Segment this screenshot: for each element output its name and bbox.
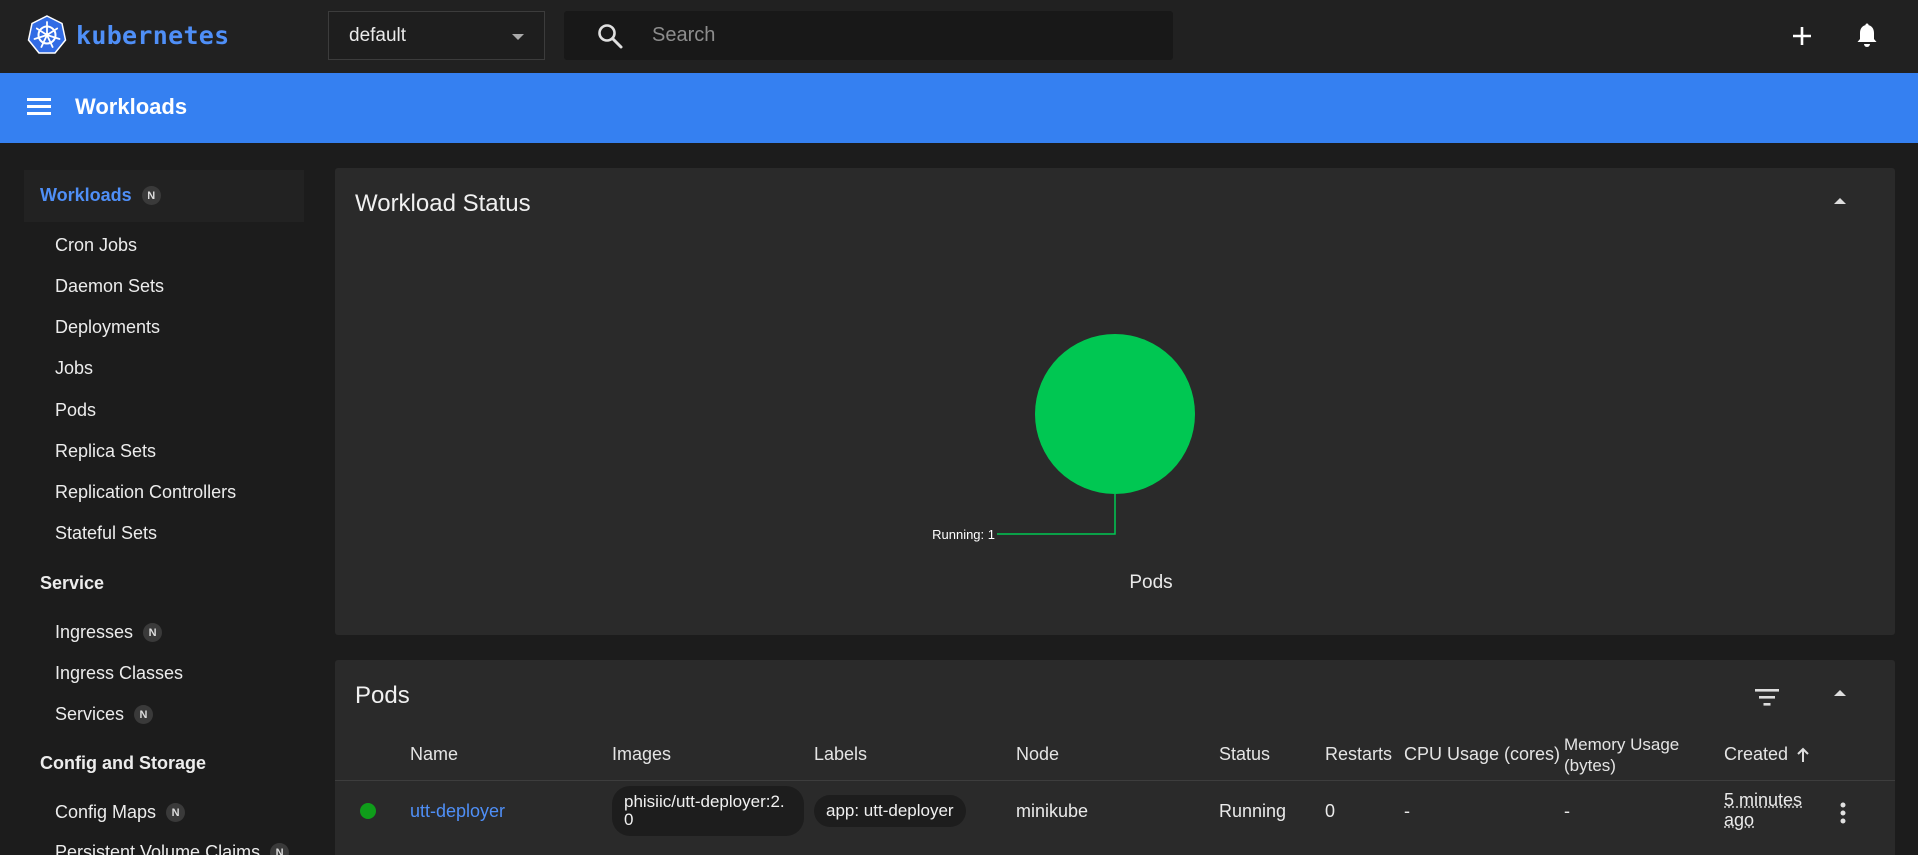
bell-icon (1857, 23, 1877, 47)
table-header-divider (335, 780, 1895, 781)
pie-slice-running (1035, 334, 1195, 494)
sidebar-item-services[interactable]: Services N (55, 704, 154, 725)
sidebar-item-deployments[interactable]: Deployments (55, 317, 160, 338)
plus-icon (1793, 27, 1811, 45)
sidebar-item-label: Config Maps (55, 802, 157, 822)
new-badge: N (141, 186, 161, 205)
sidebar-item-ingresses[interactable]: Ingresses N (55, 622, 163, 643)
sidebar-item-daemon-sets[interactable]: Daemon Sets (55, 276, 164, 297)
column-header-images: Images (612, 744, 672, 764)
pod-created: 5 minutes ago (1724, 790, 1803, 830)
pie-leader-line (997, 494, 1116, 535)
label-chip-text: app: utt-deployer (826, 801, 954, 820)
kubernetes-logo[interactable]: kubernetes (26, 14, 230, 56)
pod-name-link[interactable]: utt-deployer (410, 801, 505, 822)
column-header-created-label: Created (1724, 744, 1789, 764)
sidebar-item-label: Service (40, 573, 105, 593)
sidebar: Workloads N Cron Jobs Daemon Sets Deploy… (0, 143, 320, 855)
column-header-created[interactable]: Created (1724, 744, 1810, 765)
sidebar-item-label: Jobs (55, 358, 94, 378)
page-title: Workloads (75, 94, 188, 119)
sidebar-item-label: Replication Controllers (55, 482, 237, 502)
sidebar-item-label: Cron Jobs (55, 235, 138, 255)
sidebar-item-label: Workloads (40, 185, 132, 205)
sidebar-item-jobs[interactable]: Jobs (55, 358, 93, 379)
column-header-status: Status (1219, 744, 1271, 764)
sidebar-item-label: Config and Storage (40, 753, 206, 773)
pod-node: minikube (1016, 801, 1089, 821)
sidebar-item-replica-sets[interactable]: Replica Sets (55, 441, 156, 462)
collapse-pods-button[interactable] (1826, 680, 1854, 708)
pod-status: Running (1219, 801, 1287, 821)
column-header-restarts: Restarts (1325, 744, 1393, 764)
top-bar: kubernetes default (0, 0, 1918, 73)
sidebar-item-ingress-classes[interactable]: Ingress Classes (55, 663, 183, 684)
pods-status-pie-chart: Running: 1 (932, 334, 1195, 542)
running-status-icon (360, 803, 376, 819)
pods-title: Pods (355, 682, 410, 709)
pod-restarts: 0 (1325, 801, 1336, 821)
sidebar-item-label: Services (55, 704, 125, 724)
image-chip-text: phisiic/utt-deployer:2.0 (624, 792, 785, 829)
column-header-node: Node (1016, 744, 1060, 764)
search-input[interactable] (652, 24, 1152, 47)
label-chip: app: utt-deployer (814, 795, 966, 827)
sidebar-item-cron-jobs[interactable]: Cron Jobs (55, 235, 137, 256)
sidebar-item-label: Stateful Sets (55, 523, 158, 543)
namespace-select[interactable]: default (328, 11, 545, 60)
chevron-down-icon (512, 34, 524, 40)
column-header-cpu-usage: CPU Usage (cores) (1404, 744, 1561, 764)
namespace-value: default (349, 24, 407, 46)
column-header-name[interactable]: Name (410, 744, 458, 765)
sidebar-item-label: Pods (55, 400, 97, 420)
new-badge: N (134, 705, 154, 724)
search-bar[interactable] (564, 11, 1173, 60)
sidebar-item-label: Persistent Volume Claims (55, 842, 261, 855)
pod-cpu-usage: - (1404, 801, 1410, 821)
sidebar-item-pods[interactable]: Pods (55, 400, 96, 421)
sidebar-item-label: Ingress Classes (55, 663, 184, 683)
sidebar-item-label: Deployments (55, 317, 161, 337)
sort-ascending-icon (1797, 747, 1809, 762)
filter-icon[interactable] (1754, 686, 1780, 708)
pod-memory-usage: - (1564, 801, 1570, 821)
sidebar-item-workloads[interactable]: Workloads N (40, 185, 161, 206)
app-bar: Workloads (0, 73, 1918, 143)
sidebar-item-stateful-sets[interactable]: Stateful Sets (55, 523, 157, 544)
brand-name: kubernetes (76, 20, 230, 50)
sidebar-item-label: Ingresses (55, 622, 134, 642)
column-header-memory-usage: Memory Usage (bytes) (1564, 735, 1680, 775)
chart-caption: Pods (1129, 572, 1173, 593)
new-badge: N (166, 803, 186, 822)
pie-label: Running: 1 (932, 527, 995, 542)
sidebar-item-label: Daemon Sets (55, 276, 165, 296)
sidebar-item-label: Replica Sets (55, 441, 157, 461)
notifications-button[interactable] (1851, 20, 1883, 52)
image-chip: phisiic/utt-deployer:2.0 (612, 786, 804, 836)
workload-status-card: Workload Status Running: 1 Pods (335, 168, 1895, 635)
create-button[interactable] (1786, 20, 1818, 52)
sidebar-item-config-and-storage[interactable]: Config and Storage (40, 753, 206, 774)
new-badge: N (143, 623, 163, 642)
column-header-labels: Labels (814, 744, 868, 764)
more-vertical-icon[interactable] (1839, 801, 1847, 825)
sidebar-item-persistent-volume-claims[interactable]: Persistent Volume Claims N (55, 842, 290, 855)
sidebar-item-service[interactable]: Service (40, 573, 104, 594)
kubernetes-wheel-icon (27, 15, 67, 54)
search-icon (598, 23, 623, 48)
sidebar-item-replication-controllers[interactable]: Replication Controllers (55, 482, 236, 503)
new-badge: N (270, 843, 290, 855)
hamburger-menu-icon[interactable] (26, 95, 54, 121)
pods-card: Pods Name Images Labels Node Status Rest… (335, 660, 1895, 855)
sidebar-item-config-maps[interactable]: Config Maps N (55, 802, 186, 823)
